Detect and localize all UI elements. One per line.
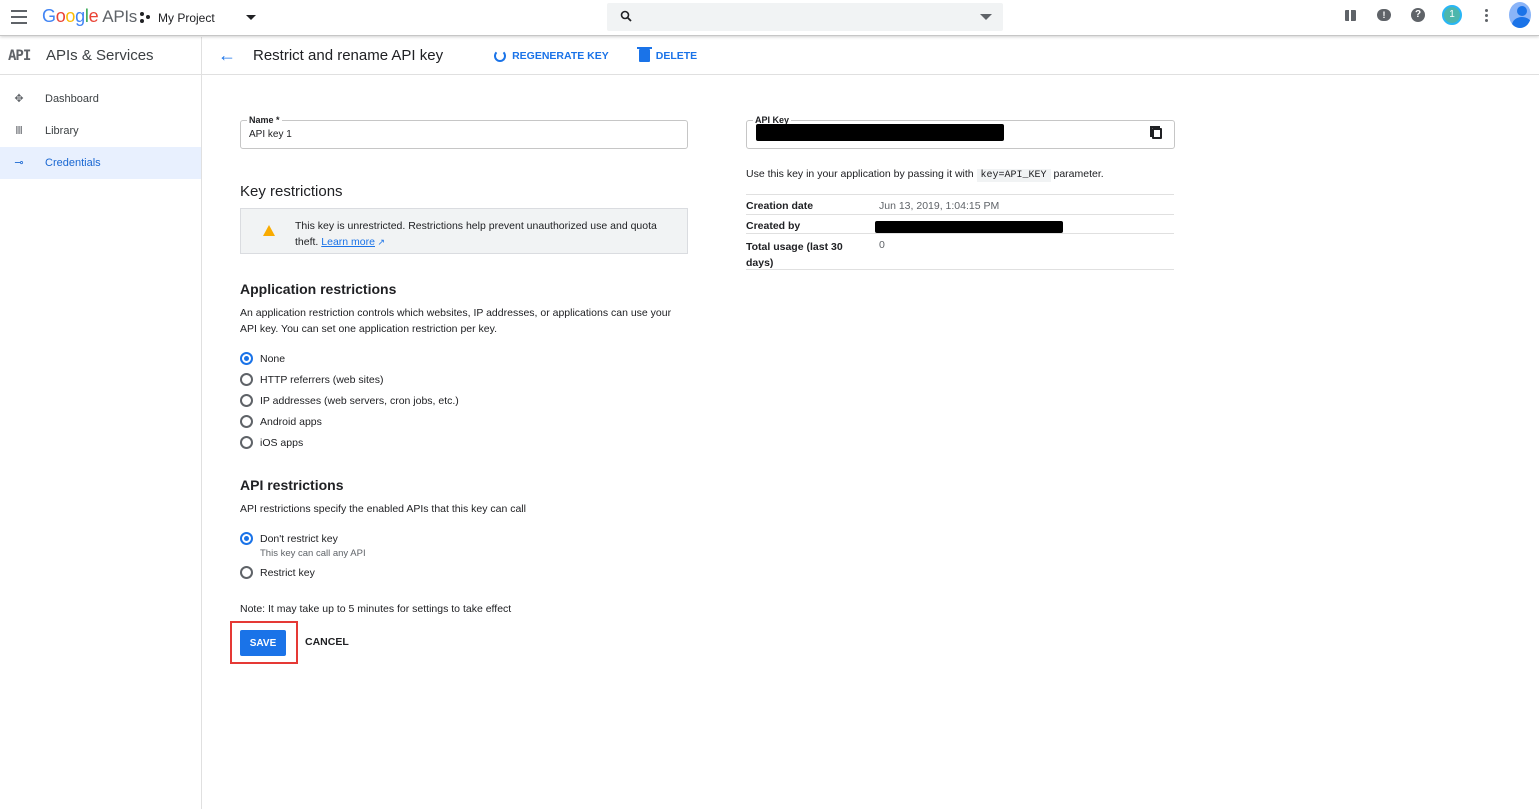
project-selector[interactable]: My Project <box>140 8 215 28</box>
learn-more-link[interactable]: Learn more <box>321 236 375 248</box>
sidebar-item-credentials[interactable]: ⊸ Credentials <box>0 147 201 179</box>
radio-app-ios[interactable]: iOS apps <box>240 436 303 449</box>
radio-app-ip-addresses[interactable]: IP addresses (web servers, cron jobs, et… <box>240 394 459 407</box>
detail-row-creation-date: Creation date Jun 13, 2019, 1:04:15 PM <box>746 194 1174 214</box>
api-restrictions-heading: API restrictions <box>240 477 344 493</box>
settings-note: Note: It may take up to 5 minutes for se… <box>240 603 512 615</box>
sidebar-title: APIs & Services <box>46 47 154 64</box>
notifications-icon[interactable]: 1 <box>1441 4 1463 26</box>
name-field-value[interactable]: API key 1 <box>249 129 292 140</box>
help-icon[interactable]: ? <box>1407 4 1429 26</box>
radio-app-http-referrers[interactable]: HTTP referrers (web sites) <box>240 373 384 386</box>
top-app-bar: Google APIs My Project ! ? 1 <box>0 0 1539 36</box>
unrestricted-warning: This key is unrestricted. Restrictions h… <box>240 208 688 254</box>
search-icon <box>620 10 632 22</box>
project-dropdown-icon[interactable] <box>246 15 256 20</box>
sidebar-item-dashboard[interactable]: ✥ Dashboard <box>0 83 201 115</box>
application-restrictions-heading: Application restrictions <box>240 281 397 297</box>
more-options-icon[interactable] <box>1475 4 1497 26</box>
save-button[interactable]: SAVE <box>240 630 286 656</box>
name-field-label: Name * <box>247 115 282 125</box>
menu-icon[interactable] <box>11 10 27 24</box>
sidebar-header[interactable]: API APIs & Services <box>0 37 201 75</box>
google-apis-logo[interactable]: Google APIs <box>42 6 137 27</box>
sidebar-item-library[interactable]: Ⅲ Library <box>0 115 201 147</box>
account-avatar[interactable] <box>1509 2 1531 28</box>
delete-button[interactable]: DELETE <box>636 47 697 62</box>
redacted-api-key <box>756 124 1004 141</box>
dont-restrict-hint: This key can call any API <box>260 548 366 559</box>
detail-row-total-usage: Total usage (last 30 days) 0 <box>746 233 1174 270</box>
gift-icon[interactable] <box>1339 4 1361 26</box>
api-key-code: key=API_KEY <box>976 169 1051 182</box>
back-arrow-icon[interactable]: ← <box>215 44 239 68</box>
top-actions: ! ? 1 <box>1339 2 1531 28</box>
feedback-icon[interactable]: ! <box>1373 4 1395 26</box>
sidebar-item-label: Library <box>45 125 79 137</box>
copy-icon[interactable] <box>1150 126 1162 139</box>
external-link-icon: ↗ <box>374 237 386 247</box>
key-icon: ⊸ <box>14 157 24 169</box>
name-field[interactable]: Name * API key 1 <box>240 115 688 149</box>
search-dropdown-icon[interactable] <box>980 14 992 20</box>
redacted-creator <box>875 221 1063 233</box>
api-key-usage-text: Use this key in your application by pass… <box>746 168 1104 182</box>
search-input[interactable] <box>607 3 1003 31</box>
dashboard-icon: ✥ <box>14 93 24 105</box>
radio-dont-restrict-key[interactable]: Don't restrict key <box>240 532 338 545</box>
trash-icon <box>636 47 652 62</box>
sidebar: API APIs & Services ✥ Dashboard Ⅲ Librar… <box>0 37 202 809</box>
project-icon <box>140 12 152 24</box>
api-badge: API <box>8 47 31 64</box>
refresh-icon <box>494 49 507 62</box>
api-restrictions-description: API restrictions specify the enabled API… <box>240 503 526 515</box>
detail-row-created-by: Created by <box>746 214 1174 233</box>
sidebar-item-label: Dashboard <box>45 93 99 105</box>
warning-icon <box>263 225 275 236</box>
library-icon: Ⅲ <box>15 125 23 137</box>
radio-restrict-key[interactable]: Restrict key <box>240 566 315 579</box>
sidebar-item-label: Credentials <box>45 157 101 169</box>
page-title: Restrict and rename API key <box>253 47 444 64</box>
cancel-button[interactable]: CANCEL <box>305 636 349 648</box>
radio-app-android[interactable]: Android apps <box>240 415 322 428</box>
page-header: ← Restrict and rename API key REGENERATE… <box>202 37 1539 75</box>
application-restrictions-description: An application restriction controls whic… <box>240 307 672 335</box>
project-name: My Project <box>158 11 215 25</box>
key-restrictions-heading: Key restrictions <box>240 183 343 200</box>
regenerate-key-button[interactable]: REGENERATE KEY <box>494 49 609 62</box>
radio-app-none[interactable]: None <box>240 352 285 365</box>
